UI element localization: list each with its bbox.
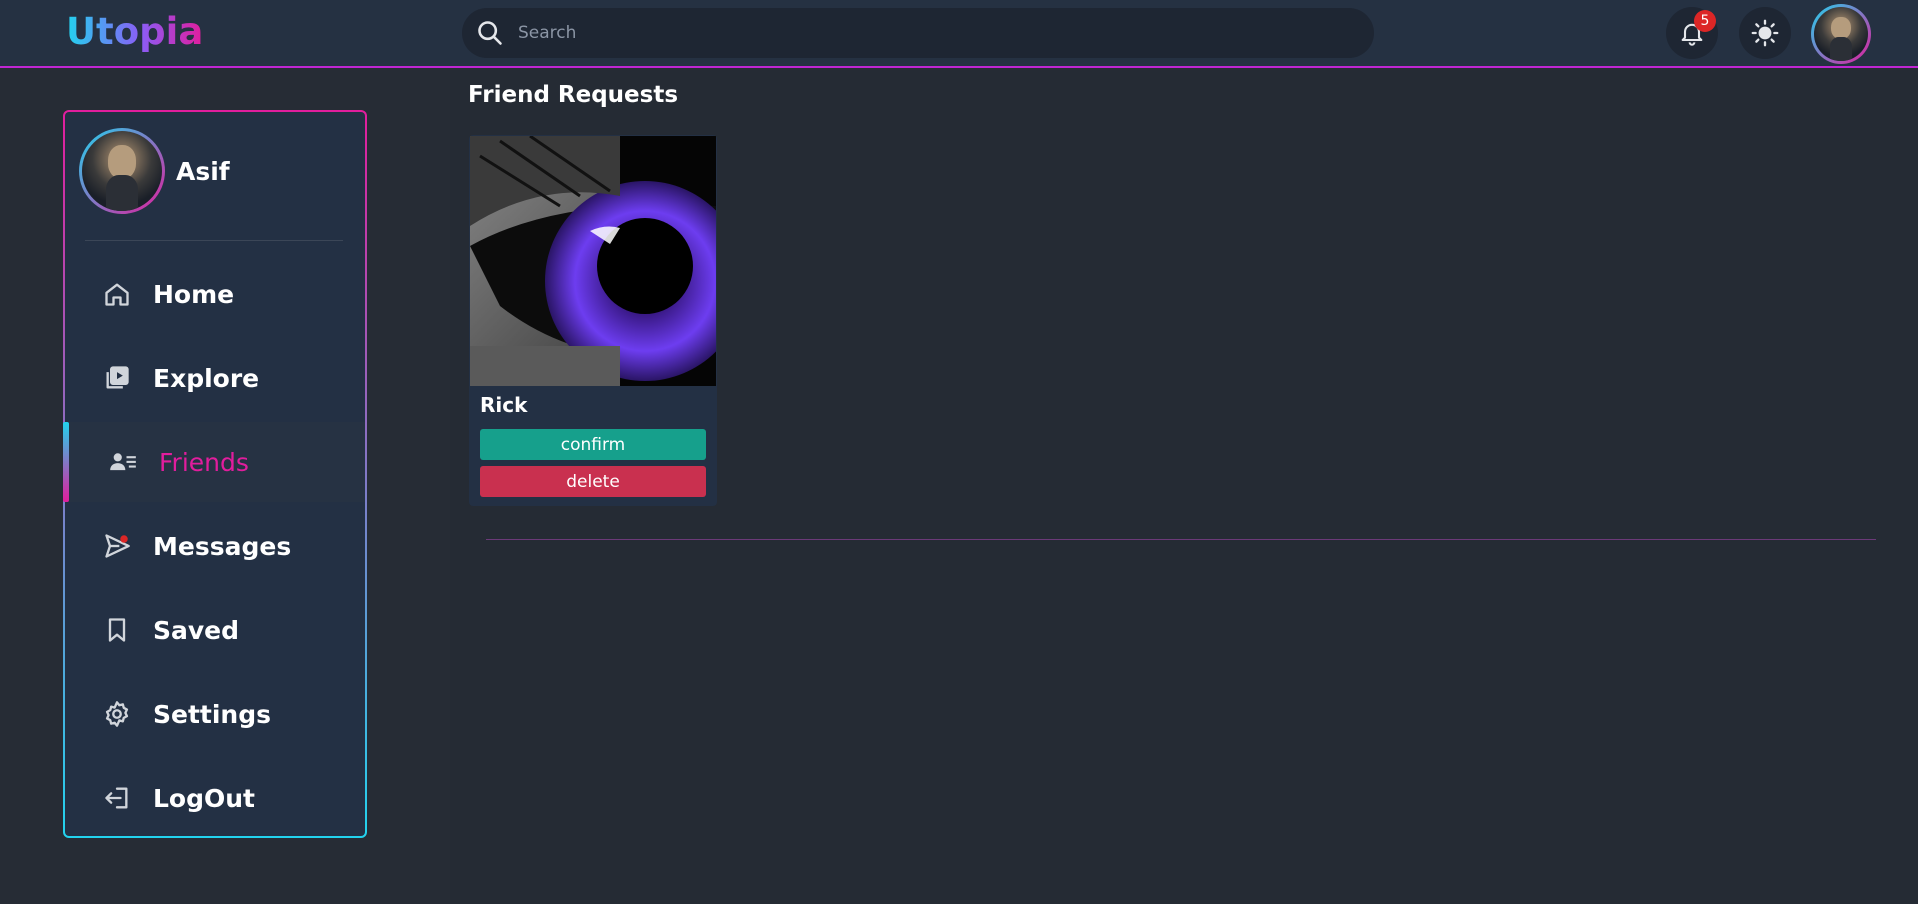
sidebar-item-label: Messages: [153, 531, 292, 561]
sidebar-item-label: Friends: [159, 447, 249, 477]
sidebar-item-label: Explore: [153, 363, 260, 393]
bookmark-icon: [108, 618, 126, 642]
user-avatar[interactable]: [1811, 4, 1871, 64]
search-icon: [478, 21, 502, 45]
top-bar: Utopia 5: [0, 0, 1918, 68]
page-title: Friend Requests: [468, 82, 679, 108]
friends-icon: [110, 453, 136, 471]
sidebar-item-saved[interactable]: Saved: [65, 590, 365, 670]
avatar-image: [82, 131, 162, 211]
search-input[interactable]: [518, 8, 1338, 58]
avatar-image: [1814, 7, 1868, 61]
explore-icon: [106, 366, 129, 389]
section-divider: [486, 539, 1876, 540]
sidebar-item-label: Saved: [153, 615, 240, 645]
sidebar-item-home[interactable]: Home: [65, 254, 365, 334]
sidebar-item-messages[interactable]: Messages: [65, 506, 365, 586]
sidebar-divider: [85, 240, 343, 241]
eye-image: [470, 136, 716, 386]
notification-badge: 5: [1694, 10, 1716, 32]
profile-name[interactable]: Asif: [176, 157, 230, 186]
messages-icon: [105, 534, 130, 558]
theme-toggle-button[interactable]: [1739, 7, 1791, 59]
friend-photo[interactable]: [470, 136, 716, 386]
sidebar-item-settings[interactable]: Settings: [65, 674, 365, 754]
delete-button[interactable]: delete: [480, 466, 706, 497]
sidebar-item-friends[interactable]: Friends: [63, 422, 365, 502]
sidebar-item-label: Home: [153, 279, 235, 309]
gear-icon: [105, 701, 129, 727]
friend-request-card: Rick confirm delete: [469, 135, 717, 506]
avatar[interactable]: [79, 128, 165, 214]
sidebar-profile[interactable]: Asif: [79, 128, 230, 214]
app-logo[interactable]: Utopia: [66, 10, 203, 53]
sidebar-item-label: Settings: [153, 699, 272, 729]
friend-name: Rick: [480, 393, 528, 417]
logout-icon: [105, 787, 128, 809]
sidebar-item-logout[interactable]: LogOut: [65, 758, 365, 838]
home-icon: [105, 283, 129, 306]
notifications-button[interactable]: 5: [1666, 7, 1718, 59]
confirm-button[interactable]: confirm: [480, 429, 706, 460]
search-bar[interactable]: [462, 8, 1374, 58]
sidebar-item-explore[interactable]: Explore: [65, 338, 365, 418]
sun-icon: [1751, 19, 1779, 47]
sidebar-item-label: LogOut: [153, 783, 256, 813]
active-indicator: [63, 422, 69, 502]
sidebar: Asif Home Explore Friends Messages Saved…: [63, 110, 367, 838]
